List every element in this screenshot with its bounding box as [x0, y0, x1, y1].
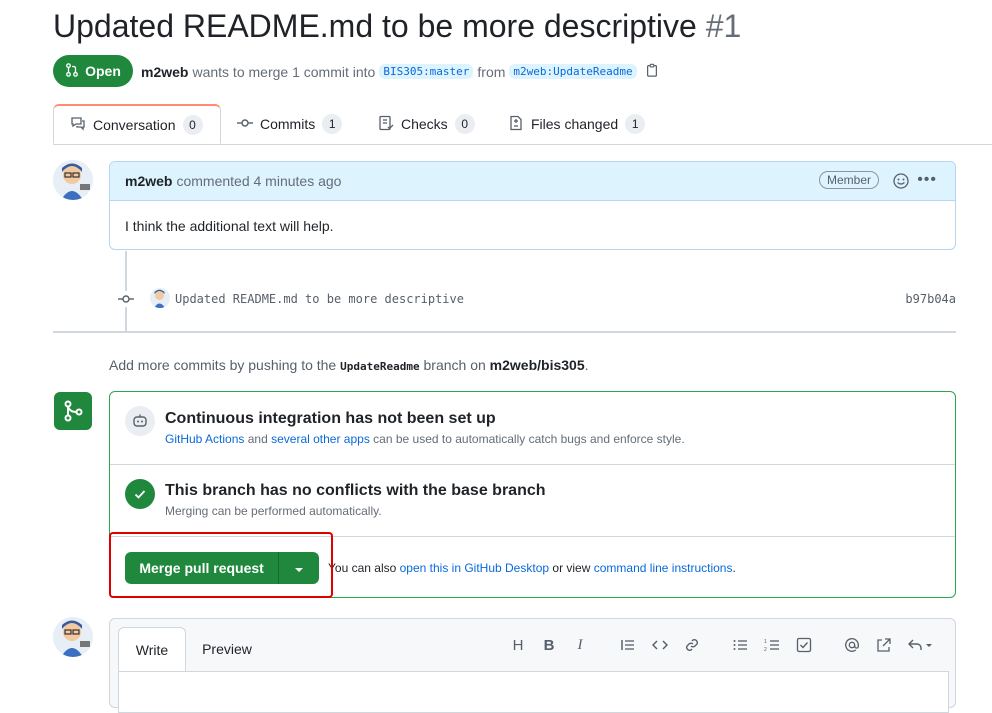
comment-box: m2web commented 4 minutes ago Member •••… — [109, 161, 956, 250]
conflict-subtitle: Merging can be performed automatically. — [165, 504, 382, 518]
pr-number: #1 — [705, 8, 742, 44]
quote-icon[interactable] — [618, 635, 638, 655]
svg-text:1: 1 — [764, 639, 767, 645]
tab-checks[interactable]: Checks 0 — [378, 104, 475, 144]
ordered-list-icon[interactable]: 12 — [762, 635, 782, 655]
state-label: Open — [85, 63, 121, 79]
tab-write[interactable]: Write — [118, 627, 186, 672]
push-note-mid: branch on — [423, 357, 486, 373]
bold-icon[interactable]: B — [539, 635, 559, 655]
svg-text:2: 2 — [764, 647, 767, 653]
push-note-suffix: . — [584, 357, 589, 373]
ci-and: and — [247, 432, 268, 446]
unordered-list-icon[interactable] — [730, 635, 750, 655]
comment-editor: Write Preview H B I 12 — [109, 618, 956, 713]
ci-subtitle: GitHub Actions and several other apps ca… — [165, 432, 685, 446]
ci-rest: can be used to automatically catch bugs … — [373, 432, 685, 446]
tab-label: Commits — [260, 116, 316, 132]
file-diff-icon — [508, 115, 524, 134]
tab-files-changed[interactable]: Files changed 1 — [508, 104, 646, 144]
commit-sha[interactable]: b97b04a — [905, 292, 956, 306]
commit-icon — [118, 291, 134, 310]
timeline-commit: Updated README.md to be more descriptive… — [118, 288, 956, 310]
merge-alternatives: You can also open this in GitHub Desktop… — [328, 561, 736, 575]
task-list-icon[interactable] — [794, 635, 814, 655]
highlight-annotation — [109, 532, 333, 598]
timeline-divider — [53, 331, 956, 333]
command-line-link[interactable]: command line instructions — [594, 561, 733, 575]
comment-discussion-icon — [70, 115, 86, 134]
merge-period: . — [732, 561, 736, 575]
comment-timestamp[interactable]: commented 4 minutes ago — [176, 173, 341, 189]
conflict-section: This branch has no conflicts with the ba… — [110, 464, 955, 537]
tab-preview[interactable]: Preview — [192, 627, 262, 671]
comment-header: m2web commented 4 minutes ago Member ••• — [110, 162, 955, 201]
tab-counter: 0 — [454, 114, 475, 134]
code-icon[interactable] — [650, 635, 670, 655]
ci-section: Continuous integration has not been set … — [110, 392, 955, 465]
push-note-repo[interactable]: m2web/bis305 — [490, 357, 585, 373]
tab-conversation[interactable]: Conversation 0 — [53, 104, 221, 144]
github-desktop-link[interactable]: open this in GitHub Desktop — [400, 561, 549, 575]
comment-textarea[interactable] — [118, 671, 949, 713]
state-line: m2web wants to merge 1 commit into BIS30… — [141, 63, 659, 80]
push-note-prefix: Add more commits by pushing to the — [109, 357, 337, 373]
github-actions-link[interactable]: GitHub Actions — [165, 432, 244, 446]
pull-request-icon — [65, 62, 79, 80]
tab-label: Conversation — [93, 116, 176, 133]
merge-also-text: You can also — [328, 561, 397, 575]
git-merge-icon — [54, 392, 92, 430]
merge-or-view-text: or view — [552, 561, 591, 575]
heading-icon[interactable]: H — [508, 635, 528, 655]
cross-reference-icon[interactable] — [874, 635, 894, 655]
commit-icon — [237, 115, 253, 134]
avatar[interactable] — [53, 160, 93, 200]
other-apps-link[interactable]: several other apps — [271, 432, 370, 446]
smiley-icon[interactable] — [893, 173, 909, 192]
pr-title-text: Updated README.md to be more descriptive — [53, 8, 697, 44]
italic-icon[interactable]: I — [570, 635, 590, 655]
tab-commits[interactable]: Commits 1 — [237, 104, 343, 144]
pr-tabs: Conversation 0 Commits 1 Checks 0 Files … — [53, 104, 992, 145]
kebab-menu-icon[interactable]: ••• — [917, 171, 937, 189]
checklist-icon — [378, 115, 394, 134]
push-note: Add more commits by pushing to the Updat… — [109, 357, 589, 373]
head-branch[interactable]: m2web:UpdateReadme — [509, 64, 637, 79]
ci-title: Continuous integration has not been set … — [165, 410, 496, 427]
avatar[interactable] — [53, 617, 93, 657]
commit-message[interactable]: Updated README.md to be more descriptive — [175, 292, 464, 306]
tab-label: Checks — [401, 116, 448, 132]
pr-title: Updated README.md to be more descriptive… — [53, 8, 741, 45]
tab-label: Files changed — [531, 116, 619, 132]
copy-icon[interactable] — [645, 63, 659, 80]
tab-counter: 1 — [625, 114, 646, 134]
comment-body: I think the additional text will help. — [125, 218, 334, 234]
reply-dropdown-icon[interactable] — [906, 635, 934, 655]
push-note-branch: UpdateReadme — [340, 360, 420, 373]
robot-icon — [125, 406, 155, 436]
avatar-small[interactable] — [150, 288, 170, 308]
member-badge: Member — [818, 171, 879, 189]
state-badge: Open — [53, 55, 133, 87]
tab-counter: 1 — [322, 114, 343, 134]
pr-author-link[interactable]: m2web — [141, 64, 188, 80]
merge-text: wants to merge 1 commit into — [192, 63, 376, 80]
check-circle-icon — [125, 479, 155, 509]
conflict-title: This branch has no conflicts with the ba… — [165, 482, 546, 499]
tab-counter: 0 — [182, 114, 203, 135]
mention-icon[interactable] — [842, 635, 862, 655]
link-icon[interactable] — [682, 635, 702, 655]
comment-author[interactable]: m2web — [125, 173, 172, 189]
base-branch[interactable]: BIS305:master — [379, 64, 474, 79]
from-text: from — [477, 63, 506, 80]
